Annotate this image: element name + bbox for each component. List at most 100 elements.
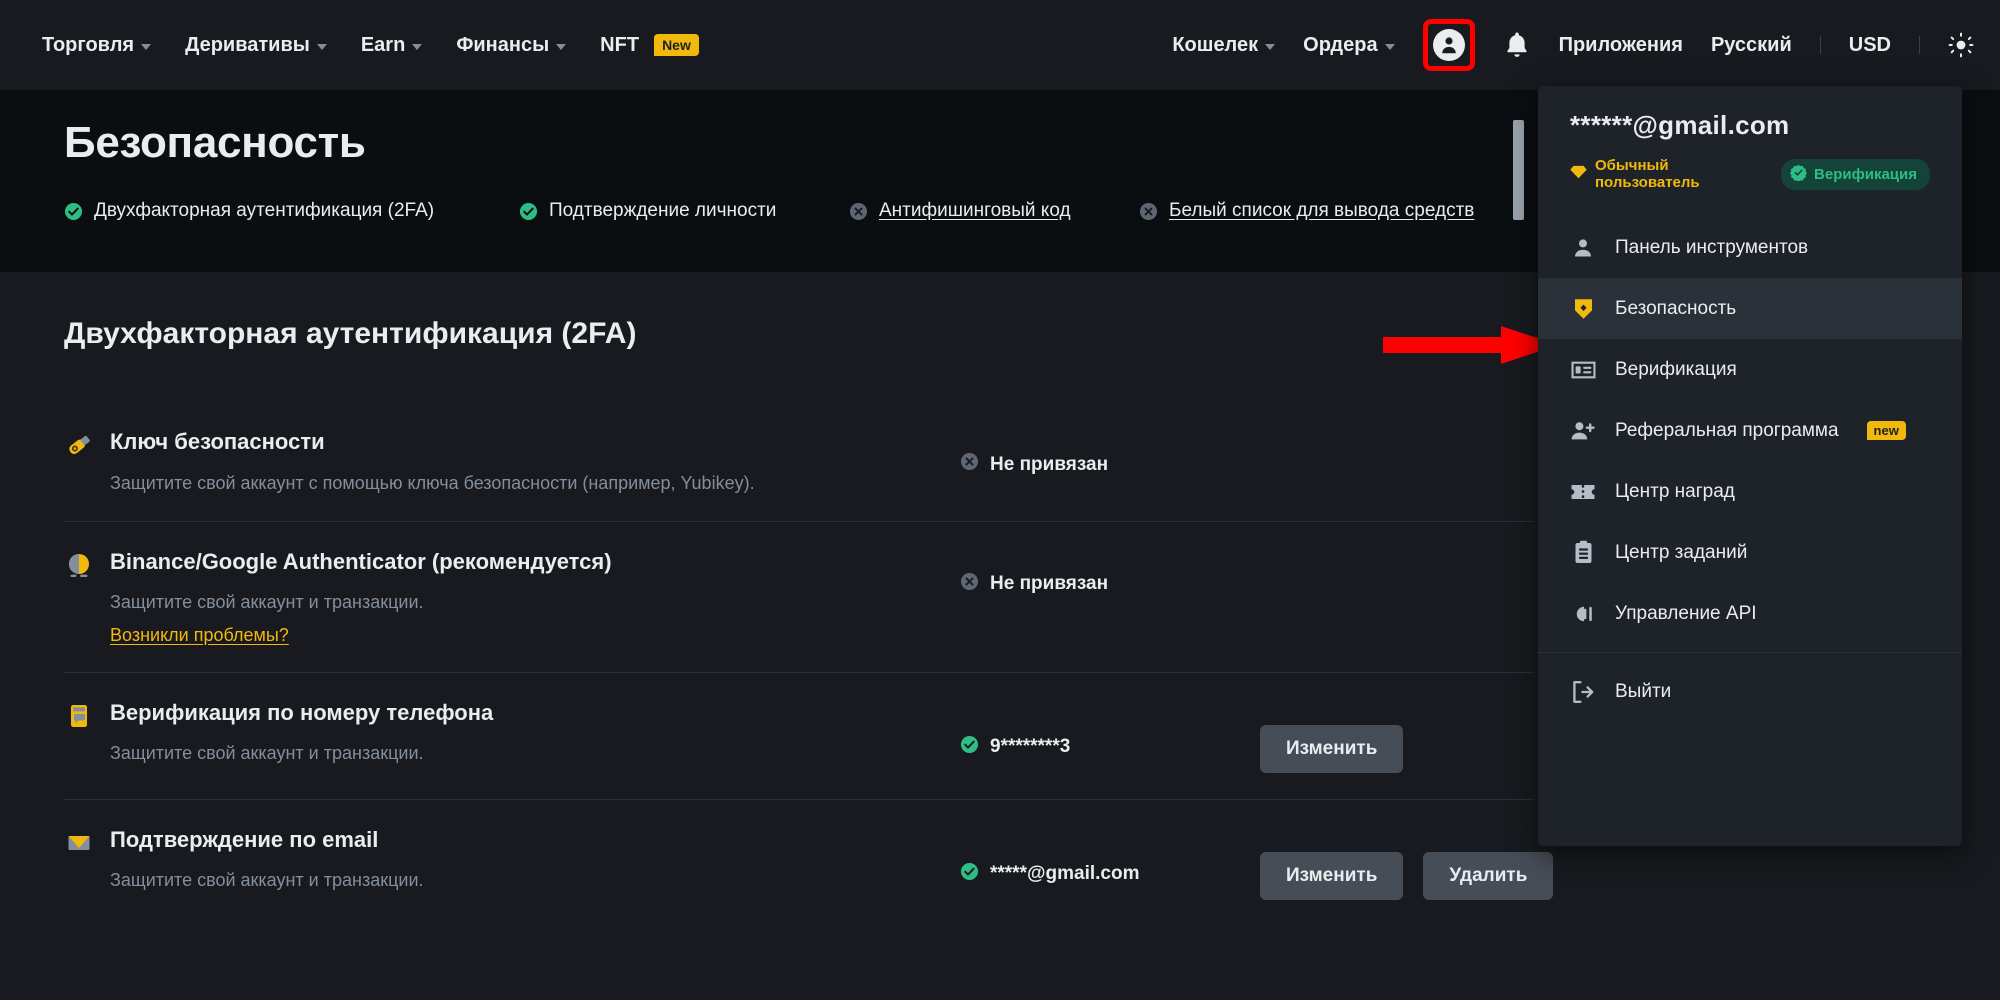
logout-icon (1570, 679, 1596, 705)
menu-divider (1538, 652, 1962, 653)
security-row-authenticator: Binance/Google Authenticator (рекомендуе… (64, 522, 1534, 673)
cross-circle-icon (960, 572, 979, 597)
menu-item-logout[interactable]: Выйти (1538, 661, 1962, 722)
language-selector[interactable]: Русский (1711, 34, 1792, 57)
menu-item-security[interactable]: Безопасность (1538, 278, 1962, 339)
check-circle-icon (960, 862, 979, 887)
notification-bell-icon[interactable] (1503, 30, 1531, 60)
account-tags: Обычный пользователь Верификация (1570, 157, 1930, 191)
nav-item-label: Ордера (1303, 33, 1378, 56)
status-item-label[interactable]: Антифишинговый код (879, 198, 1071, 223)
nav-item-finance[interactable]: Финансы (456, 33, 567, 57)
status-item-label[interactable]: Белый список для вывода средств (1169, 198, 1474, 223)
nav-item-orders[interactable]: Ордера (1303, 33, 1395, 57)
security-row-status: Не привязан (960, 428, 1260, 477)
nav-item-trade[interactable]: Торговля (42, 34, 152, 57)
nav-item-label: Кошелек (1172, 33, 1259, 56)
menu-item-verification[interactable]: Верификация (1538, 339, 1962, 400)
cross-circle-icon (960, 452, 979, 477)
menu-item-label: Центр заданий (1615, 541, 1748, 563)
clipboard-icon (1570, 540, 1596, 566)
verification-label: Верификация (1814, 165, 1917, 183)
nav-item-label: Приложения (1558, 33, 1683, 56)
top-navigation-bar: Торговля Деривативы Earn Финансы NFT New (0, 0, 2000, 90)
status-item-antiphishing[interactable]: Антифишинговый код (849, 198, 1139, 226)
menu-item-label: Верификация (1615, 358, 1737, 380)
person-add-icon (1570, 418, 1596, 444)
phone-verification-icon (64, 699, 110, 736)
edit-phone-button[interactable]: Изменить (1260, 724, 1404, 773)
new-badge: New (654, 33, 699, 57)
ticket-icon (1570, 479, 1596, 505)
nav-item-label: Earn (360, 33, 406, 56)
email-envelope-icon (64, 826, 110, 863)
annotation-arrow (1383, 322, 1558, 368)
user-avatar-button[interactable] (1422, 19, 1475, 71)
menu-item-label: Реферальная программа (1615, 419, 1839, 441)
nav-item-label: NFT (600, 33, 640, 56)
chevron-down-icon (1384, 43, 1395, 50)
nav-item-derivatives[interactable]: Деривативы (185, 34, 327, 57)
status-item-identity: Подтверждение личности (519, 198, 849, 226)
nav-item-wallet[interactable]: Кошелек (1172, 33, 1276, 57)
chevron-down-icon (316, 43, 327, 50)
person-icon (1570, 235, 1596, 261)
security-row-text: Подтверждение по email Защитите свой акк… (110, 826, 960, 893)
page-title: Безопасность (64, 118, 366, 167)
authenticator-icon (64, 548, 110, 585)
security-row-email: Подтверждение по email Защитите свой акк… (64, 800, 1554, 926)
verified-check-icon (1789, 164, 1808, 185)
security-row-description: Защитите свой аккаунт и транзакции. (110, 870, 424, 891)
security-row-description: Защитите свой аккаунт с помощью ключа бе… (110, 472, 755, 493)
menu-item-tasks[interactable]: Центр заданий (1538, 522, 1962, 583)
nav-item-earn[interactable]: Earn (360, 33, 423, 57)
status-item-label: Двухфакторная аутентификация (2FA) (94, 200, 435, 221)
menu-item-rewards[interactable]: Центр наград (1538, 461, 1962, 522)
menu-item-label: Безопасность (1615, 297, 1737, 319)
check-circle-icon (960, 735, 979, 760)
security-row-status: *****@gmail.com (960, 826, 1260, 887)
section-title-2fa: Двухфакторная аутентификация (2FA) (64, 317, 637, 350)
id-card-icon (1570, 357, 1596, 383)
security-row-actions (1260, 428, 1534, 454)
nav-item-label: Деривативы (185, 33, 310, 56)
user-level-label: Обычный пользователь (1595, 157, 1700, 191)
menu-item-label: Управление API (1615, 602, 1757, 624)
currency-selector[interactable]: USD (1849, 34, 1891, 57)
security-row-title: Подтверждение по email (110, 826, 379, 852)
verification-badge[interactable]: Верификация (1781, 158, 1930, 190)
status-item-withdrawal-whitelist[interactable]: Белый список для вывода средств (1139, 198, 1474, 226)
menu-item-referral[interactable]: Реферальная программа new (1538, 400, 1962, 461)
cross-circle-icon (849, 202, 868, 226)
nav-item-nft[interactable]: NFT New (600, 34, 699, 57)
nav-item-label: Финансы (456, 33, 550, 56)
security-row-title: Binance/Google Authenticator (рекомендуе… (110, 548, 612, 574)
nav-item-apps[interactable]: Приложения (1559, 34, 1683, 57)
highlight-rectangle (1422, 19, 1475, 71)
check-circle-icon (64, 202, 83, 226)
chevron-down-icon (1265, 43, 1276, 50)
status-item-label: Подтверждение личности (549, 200, 777, 221)
menu-item-api[interactable]: Управление API (1538, 583, 1962, 644)
security-status-summary: Двухфакторная аутентификация (2FA) Подтв… (64, 198, 1474, 226)
security-row-title: Ключ безопасности (110, 429, 325, 454)
edit-email-button[interactable]: Изменить (1260, 851, 1404, 900)
menu-item-label: Панель инструментов (1615, 236, 1809, 258)
theme-sun-icon[interactable] (1948, 32, 1974, 58)
menu-item-dashboard[interactable]: Панель инструментов (1538, 217, 1962, 278)
security-row-phone: Верификация по номеру телефона Защитите … (64, 673, 1534, 800)
delete-email-button[interactable]: Удалить (1423, 851, 1554, 900)
page-scrollbar-thumb[interactable] (1513, 120, 1524, 220)
security-row-status-text: Не привязан (990, 453, 1109, 475)
security-row-status-text: Не привязан (990, 573, 1109, 595)
language-label: Русский (1710, 33, 1792, 56)
secondary-nav: Кошелек Ордера Приложения Русский USD (1172, 19, 1974, 71)
security-row-key: Ключ безопасности Защитите свой аккаунт … (64, 402, 1534, 522)
user-level-badge: Обычный пользователь (1570, 157, 1769, 191)
cross-circle-icon (1139, 202, 1158, 226)
security-row-actions: Изменить (1260, 699, 1534, 773)
user-account-dropdown: ******@gmail.com Обычный пользователь Ве… (1538, 86, 1962, 846)
troubleshoot-link[interactable]: Возникли проблемы? (110, 625, 289, 646)
status-item-2fa: Двухфакторная аутентификация (2FA) (64, 198, 519, 226)
api-plug-icon (1570, 601, 1596, 627)
